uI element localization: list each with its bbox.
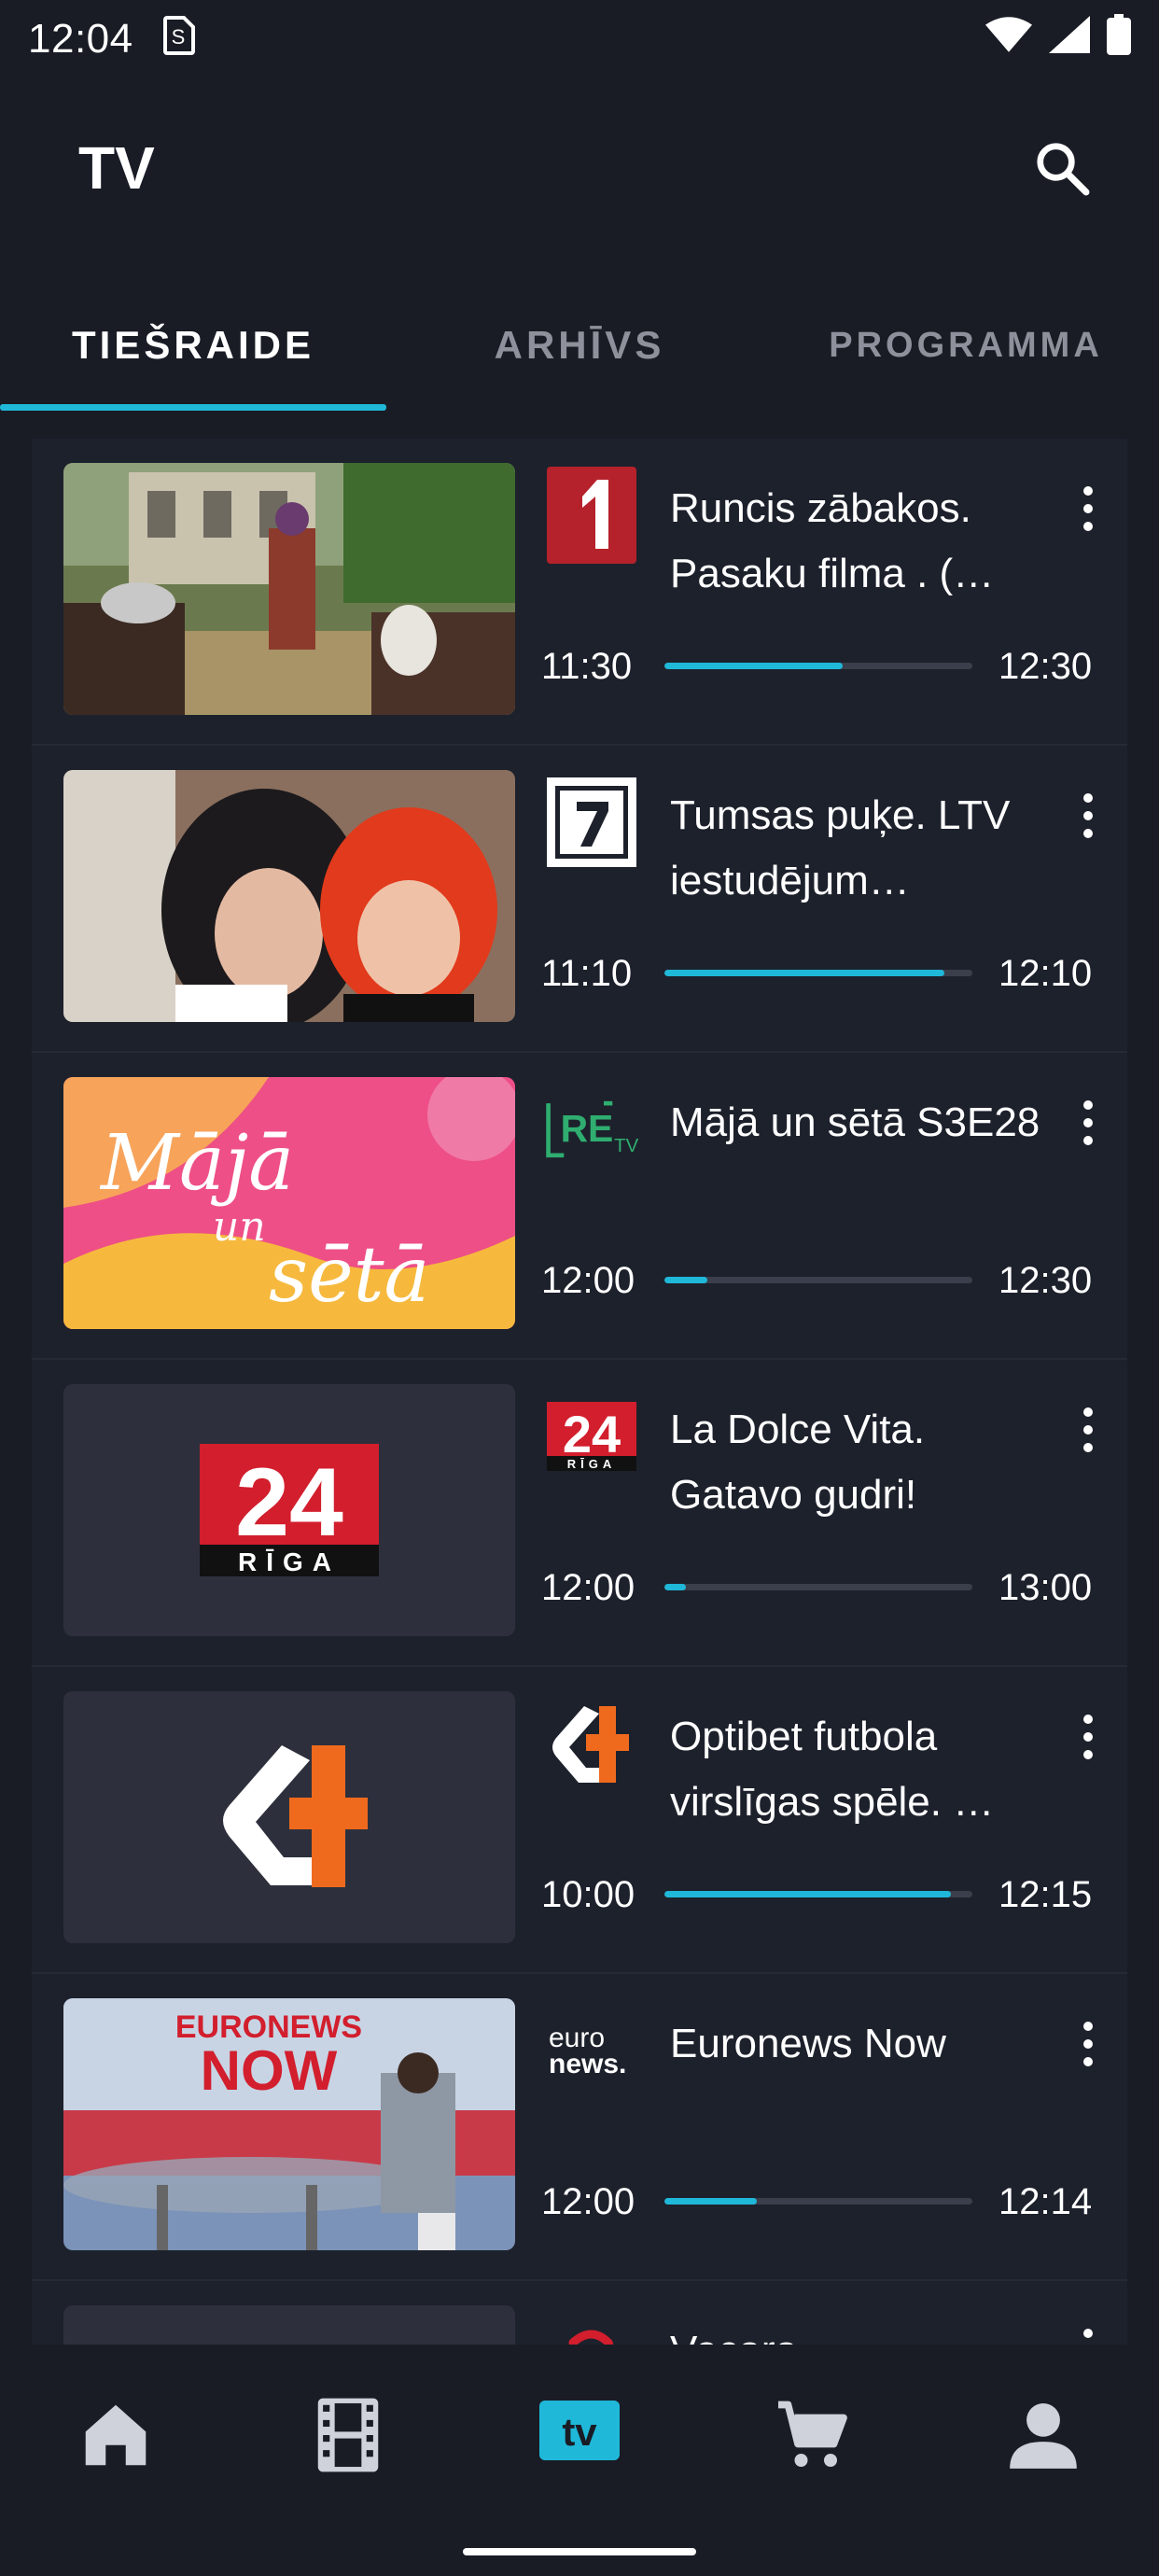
start-time: 12:00 <box>541 1567 635 1608</box>
tab-archive[interactable]: ARHĪVS <box>386 280 773 411</box>
svg-text:S: S <box>171 25 185 49</box>
program-thumbnail: 24 RĪGA <box>63 1384 515 1636</box>
more-options-button[interactable] <box>1069 2318 1107 2345</box>
program-title: Euronews Now <box>670 2021 946 2066</box>
program-row[interactable]: Runcis zābakos. Pasaku filma . (… 11:30 … <box>32 439 1127 746</box>
start-time: 12:00 <box>541 1260 635 1301</box>
cart-icon <box>778 2401 848 2467</box>
film-icon <box>317 2398 378 2472</box>
progress-fill <box>664 1891 951 1897</box>
program-title: Mājā un sētā S3E28 <box>670 1099 1040 1145</box>
home-indicator <box>463 2548 696 2555</box>
program-list[interactable]: Runcis zābakos. Pasaku filma . (… 11:30 … <box>32 439 1127 2345</box>
program-row[interactable]: Mājā un sētā RE TV Mājā un sētā S3E28 12… <box>32 1053 1127 1360</box>
program-row[interactable]: Tumsas puķe. LTV iestudējum… 11:10 12:10 <box>32 746 1127 1053</box>
more-options-button[interactable] <box>1069 783 1107 848</box>
riga24-logo: 24 RĪGA <box>543 1388 640 1485</box>
end-time: 12:14 <box>998 2181 1093 2222</box>
start-time: 11:10 <box>541 953 633 994</box>
svg-text:TV: TV <box>614 1136 638 1156</box>
program-row[interactable]: Optibet futbola virslīgas spēle. … 10:00… <box>32 1667 1127 1974</box>
search-icon <box>1037 143 1090 196</box>
nav-home[interactable] <box>0 2345 231 2576</box>
program-title: Vecara <box>670 2318 1043 2345</box>
start-time: 10:00 <box>541 1874 635 1915</box>
end-time: 12:10 <box>998 953 1093 994</box>
svg-text:news.: news. <box>549 2049 626 2079</box>
progress-bar <box>664 970 972 976</box>
svg-text:RĪGA: RĪGA <box>567 1457 617 1471</box>
euronews-logo: euro news. <box>543 2002 640 2099</box>
svg-text:24: 24 <box>235 1449 343 1557</box>
signal-icon <box>1049 15 1090 63</box>
svg-text:24: 24 <box>563 1405 621 1463</box>
program-thumbnail <box>63 2305 515 2345</box>
svg-text:RĪGA: RĪGA <box>238 1547 341 1576</box>
svg-text:tv: tv <box>562 2410 597 2454</box>
program-title: La Dolce Vita. Gatavo gudri! <box>670 1407 926 1518</box>
program-row[interactable]: 24 RĪGA 24 RĪGA La Dolce Vita. Gatavo gu… <box>32 1360 1127 1667</box>
progress-fill <box>664 2198 757 2205</box>
program-title: Optibet futbola virslīgas spēle. … <box>670 1714 995 1825</box>
sim-card-icon: S <box>160 14 197 64</box>
tab-live[interactable]: TIEŠRAIDE <box>0 280 386 411</box>
progress-fill <box>664 663 844 669</box>
profile-icon <box>1009 2402 1077 2469</box>
progress-bar <box>664 1891 972 1897</box>
status-bar: 12:04 S <box>0 0 1159 78</box>
end-time: 12:30 <box>998 1260 1093 1301</box>
progress-fill <box>664 1277 708 1283</box>
progress-bar <box>664 663 972 669</box>
search-button[interactable] <box>1026 133 1097 203</box>
progress-fill <box>664 1584 687 1590</box>
progress-bar <box>664 2198 972 2205</box>
program-title: Runcis zābakos. Pasaku filma . (… <box>670 485 995 596</box>
program-thumbnail <box>63 463 515 715</box>
start-time: 11:30 <box>541 646 633 687</box>
end-time: 12:30 <box>998 646 1093 687</box>
more-options-button[interactable] <box>1069 1704 1107 1770</box>
program-thumbnail: Mājā un sētā <box>63 1077 515 1329</box>
tab-program[interactable]: PROGRAMMA <box>773 280 1159 411</box>
program-row[interactable]: EURONEWS NOW euro news. Euronews Now 12:… <box>32 1974 1127 2281</box>
battery-icon <box>1107 13 1131 65</box>
more-options-button[interactable] <box>1069 476 1107 541</box>
page-title: TV <box>78 134 155 202</box>
tv-icon: tv <box>539 2401 621 2460</box>
thumb-title-text: sētā <box>269 1231 429 1320</box>
svg-text:RE: RE <box>561 1107 614 1150</box>
tv4-logo <box>543 1695 640 1792</box>
progress-bar <box>664 1584 972 1590</box>
nav-profile[interactable] <box>928 2345 1159 2576</box>
channel3-logo <box>543 2309 640 2345</box>
ltv1-logo <box>543 467 640 564</box>
tab-bar: TIEŠRAIDE ARHĪVS PROGRAMMA <box>0 280 1159 411</box>
end-time: 12:15 <box>998 1874 1093 1915</box>
progress-bar <box>664 1277 972 1283</box>
program-thumbnail: EURONEWS NOW <box>63 1998 515 2250</box>
nav-shop[interactable] <box>695 2345 927 2576</box>
more-options-button[interactable] <box>1069 1090 1107 1155</box>
app-bar: TV <box>0 112 1159 224</box>
status-time: 12:04 <box>28 16 133 62</box>
thumb-title-text: un <box>213 1203 266 1251</box>
home-icon <box>85 2404 147 2466</box>
program-title: Tumsas puķe. LTV iestudējum… <box>670 792 1011 903</box>
svg-text:NOW: NOW <box>201 2039 338 2102</box>
nav-tv[interactable]: tv <box>464 2345 695 2576</box>
ltv7-logo <box>543 774 640 871</box>
program-thumbnail <box>63 1691 515 1943</box>
program-row[interactable]: Vecara <box>32 2281 1127 2345</box>
end-time: 13:00 <box>998 1567 1093 1608</box>
program-thumbnail <box>63 770 515 1022</box>
wifi-icon <box>985 16 1032 63</box>
progress-fill <box>664 970 945 976</box>
retv-logo: RE TV <box>543 1081 640 1178</box>
nav-movies[interactable] <box>231 2345 463 2576</box>
thumb-title-text: Mājā <box>99 1119 294 1208</box>
start-time: 12:00 <box>541 2181 635 2222</box>
bottom-navigation: tv <box>0 2345 1159 2576</box>
more-options-button[interactable] <box>1069 2011 1107 2077</box>
more-options-button[interactable] <box>1069 1397 1107 1463</box>
